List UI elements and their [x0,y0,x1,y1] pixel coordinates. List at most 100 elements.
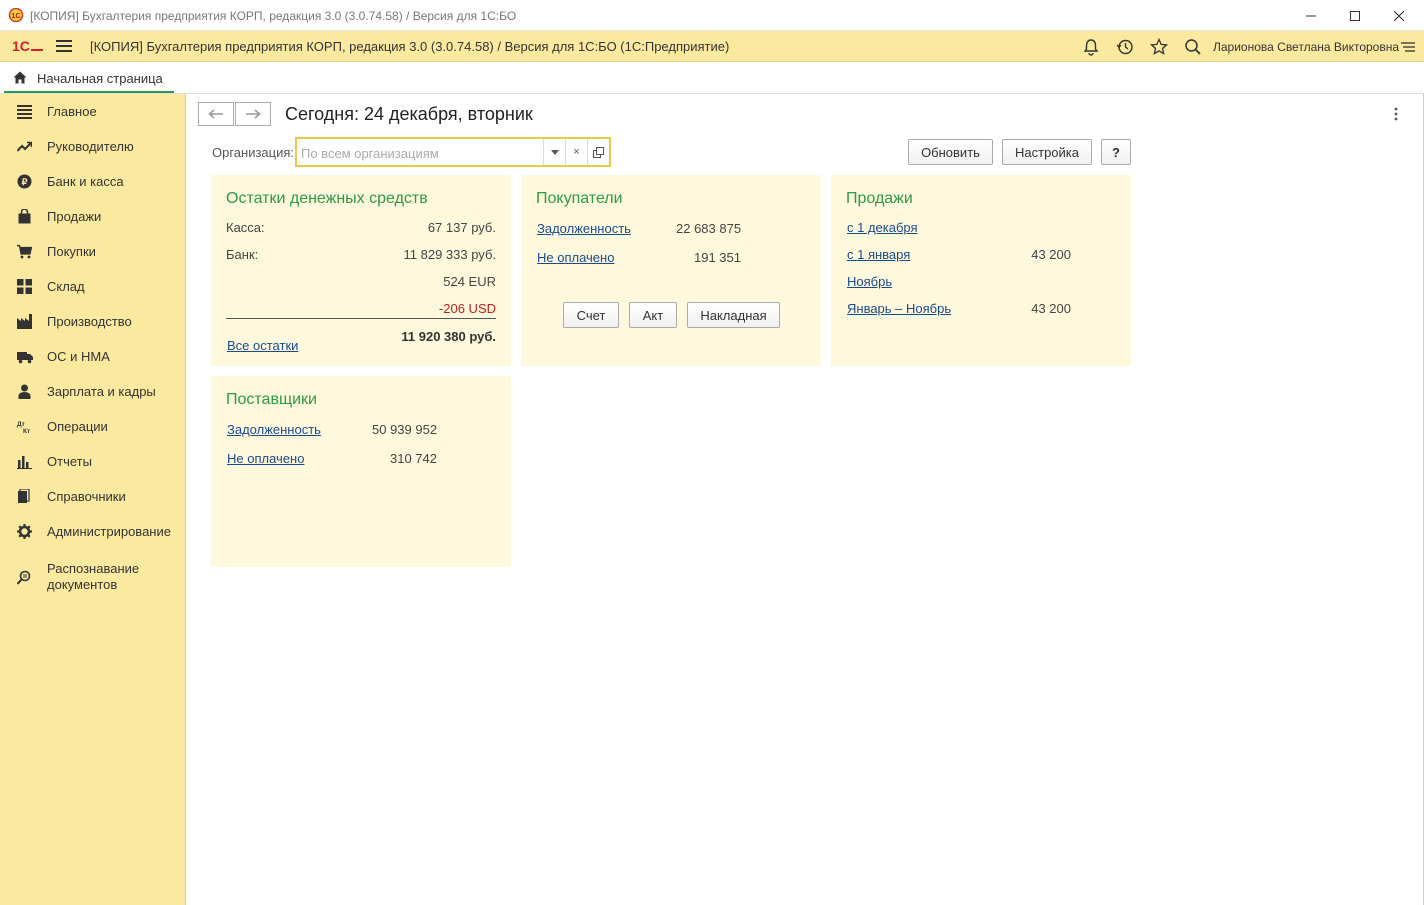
total-divider [226,318,496,319]
trend-icon [17,141,32,152]
window-title: [КОПИЯ] Бухгалтерия предприятия КОРП, ре… [30,9,517,23]
sidebar-item-label: Администрирование [47,524,171,539]
sidebar-item-label: Распознавание документов [47,561,139,593]
customers-debt-link[interactable]: Задолженность [537,221,631,236]
sidebar-item-reports[interactable]: Отчеты [0,447,186,477]
bar-chart-icon [17,456,32,469]
sidebar-item-label: Руководителю [47,139,134,154]
sidebar-item-label: Зарплата и кадры [47,384,156,399]
history-icon[interactable] [1116,38,1134,56]
scan-icon [17,570,31,585]
page-title: Сегодня: 24 декабря, вторник [285,104,533,124]
cash-panel-title: Остатки денежных средств [226,190,428,207]
act-button[interactable]: Акт [629,302,677,328]
tab-home-page[interactable]: Начальная страница [4,63,174,93]
forward-button[interactable] [235,102,271,126]
bank-label: Банк: [226,247,259,262]
svg-text:Дт: Дт [17,421,25,428]
bell-icon[interactable] [1082,38,1100,56]
suppliers-panel: Поставщики Задолженность 50 939 952 Не о… [211,376,511,567]
customers-debt-value: 22 683 875 [676,221,742,236]
sales-period-value: 43 200 [1031,247,1071,262]
star-icon[interactable] [1150,38,1168,56]
sidebar-item-recognition[interactable]: Распознавание документов [0,560,186,600]
sidebar-item-directories[interactable]: Справочники [0,482,186,512]
sales-period-link[interactable]: с 1 января [847,247,910,262]
sidebar-item-main[interactable]: Главное [0,97,186,127]
maximize-icon[interactable] [1332,0,1378,31]
suppliers-unpaid-value: 310 742 [390,451,437,466]
refresh-button[interactable]: Обновить [908,139,993,165]
app-logo-icon: 1С [8,8,24,22]
sales-period-link[interactable]: Ноябрь [847,274,892,289]
kassa-label: Касса: [226,220,265,235]
factory-icon [17,314,32,329]
more-icon[interactable] [1390,106,1402,122]
sales-panel: Продажи с 1 декабря с 1 января 43 200 Но… [831,175,1131,366]
sidebar-item-label: Банк и касса [47,174,124,189]
sales-period-link[interactable]: Январь – Ноябрь [847,301,951,316]
open-window-icon [593,146,604,158]
customers-panel-title: Покупатели [536,190,623,207]
clear-button[interactable]: × [565,139,587,165]
sidebar-item-administration[interactable]: Администрирование [0,517,186,547]
grid-icon [17,279,32,294]
user-name[interactable]: Ларионова Светлана Викторовна [1213,40,1399,54]
minimize-icon[interactable] [1288,0,1334,31]
suppliers-unpaid-link[interactable]: Не оплачено [227,451,304,466]
1c-logo-icon: 1С [12,38,43,54]
customers-unpaid-link[interactable]: Не оплачено [537,250,614,265]
tab-label: Начальная страница [37,71,163,86]
arrow-left-icon [208,109,223,119]
list-icon [17,105,32,119]
waybill-button[interactable]: Накладная [687,302,780,328]
sidebar-item-bank[interactable]: ₽ Банк и касса [0,167,186,197]
sidebar-item-purchases[interactable]: Покупки [0,237,186,267]
main-menu-icon[interactable] [56,39,72,53]
organization-label: Организация: [212,145,295,160]
search-icon[interactable] [1184,38,1202,56]
sidebar-item-label: Главное [47,104,97,119]
sidebar-item-label-line1: Распознавание [47,561,140,576]
sales-period-link[interactable]: с 1 декабря [847,220,918,235]
cash-panel: Остатки денежных средств Касса: 67 137 р… [211,175,511,366]
kassa-value: 67 137 руб. [427,220,496,235]
svg-text:₽: ₽ [22,177,28,187]
help-button[interactable]: ? [1101,139,1131,165]
sidebar-item-label: Отчеты [47,454,92,469]
sidebar-item-director[interactable]: Руководителю [0,132,186,162]
dropdown-button[interactable] [543,139,565,165]
suppliers-debt-link[interactable]: Задолженность [227,422,321,437]
organization-input[interactable] [301,144,541,162]
sidebar-item-label-line2: документов [47,577,118,592]
settings-button[interactable]: Настройка [1002,139,1092,165]
settings-menu-icon[interactable] [1399,38,1417,56]
dt-kt-icon: Дт Кт [17,421,30,434]
svg-text:1С: 1С [12,13,21,20]
sidebar-item-salary[interactable]: Зарплата и кадры [0,377,186,407]
all-balances-link[interactable]: Все остатки [227,338,298,353]
suppliers-debt-value: 50 939 952 [372,422,438,437]
close-icon[interactable] [1376,0,1422,31]
customers-panel: Покупатели Задолженность 22 683 875 Не о… [521,175,821,366]
back-button[interactable] [198,102,234,126]
clear-icon: × [573,146,580,158]
sidebar-item-fixed-assets[interactable]: ОС и НМА [0,342,186,372]
sidebar-item-operations[interactable]: Дт Кт Операции [0,412,186,442]
sales-panel-title: Продажи [846,190,913,207]
bank-eur-value: 524 EUR [443,274,496,289]
bag-icon [18,209,31,224]
suppliers-panel-title: Поставщики [226,391,317,408]
sidebar-item-production[interactable]: Производство [0,307,186,337]
truck-icon [17,352,33,364]
svg-text:Кт: Кт [23,428,30,434]
chevron-down-icon [550,149,559,155]
sidebar-item-sales[interactable]: Продажи [0,202,186,232]
open-button[interactable] [587,139,609,165]
gear-icon [17,524,32,539]
books-icon [18,489,30,503]
svg-text:1С: 1С [12,38,30,54]
invoice-button[interactable]: Счет [563,302,619,328]
sidebar-item-label: ОС и НМА [47,349,110,364]
sidebar-item-warehouse[interactable]: Склад [0,272,186,302]
